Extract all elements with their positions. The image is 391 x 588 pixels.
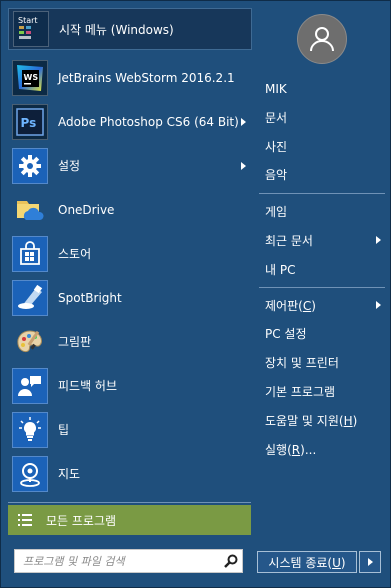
photoshop-icon: Ps xyxy=(12,103,48,140)
right-item-music[interactable]: 음악 xyxy=(259,162,385,186)
accel-key: C xyxy=(302,298,312,313)
right-item-control-panel[interactable]: 제어판(C) xyxy=(259,293,385,317)
shutdown-text: 시스템 종료 xyxy=(268,555,328,570)
right-item-pictures[interactable]: 사진 xyxy=(259,134,385,158)
store-icon xyxy=(12,235,48,272)
user-avatar[interactable] xyxy=(297,14,347,64)
right-item-default-programs[interactable]: 기본 프로그램 xyxy=(259,379,385,403)
right-item-label: 도움말 및 지원(H) xyxy=(265,413,358,428)
right-item-user[interactable]: MIK xyxy=(259,77,385,101)
webstorm-tile-text: WS xyxy=(24,73,39,82)
search-box[interactable] xyxy=(14,549,243,573)
program-item-maps[interactable]: 지도 xyxy=(8,452,252,495)
user-icon xyxy=(310,27,334,52)
control-panel-text: 제어판 xyxy=(265,298,299,313)
right-item-run[interactable]: 실행(R)... xyxy=(259,437,385,461)
webstorm-icon: WS xyxy=(12,59,48,96)
search-icon[interactable] xyxy=(220,554,242,568)
photoshop-tile-text: Ps xyxy=(21,116,37,130)
program-label: 지도 xyxy=(58,467,81,481)
gear-icon xyxy=(12,147,48,184)
accel-key: U xyxy=(332,555,341,570)
program-label: 팁 xyxy=(58,423,70,437)
divider xyxy=(259,287,385,288)
chevron-right-icon xyxy=(367,558,373,566)
right-item-help-support[interactable]: 도움말 및 지원(H) xyxy=(259,408,385,432)
lightbulb-icon xyxy=(12,411,48,448)
program-item-photoshop[interactable]: Ps Adobe Photoshop CS6 (64 Bit) xyxy=(8,100,252,143)
submenu-arrow-icon xyxy=(376,236,381,244)
right-item-devices-printers[interactable]: 장치 및 프린터 xyxy=(259,350,385,374)
program-item-store[interactable]: 스토어 xyxy=(8,232,252,275)
program-item-spotbright[interactable]: SpotBright xyxy=(8,276,252,319)
right-item-pc-settings[interactable]: PC 설정 xyxy=(259,321,385,345)
onedrive-icon xyxy=(12,191,48,228)
shutdown-button[interactable]: 시스템 종료(U) xyxy=(257,551,357,573)
divider xyxy=(259,193,385,194)
right-item-documents[interactable]: 문서 xyxy=(259,105,385,129)
run-suffix: ... xyxy=(304,442,317,457)
right-item-this-pc[interactable]: 내 PC xyxy=(259,257,385,281)
divider xyxy=(8,502,251,503)
submenu-arrow-icon xyxy=(376,301,381,309)
program-label: 설정 xyxy=(58,159,81,173)
program-item-tips[interactable]: 팁 xyxy=(8,408,252,451)
right-item-label: 제어판(C) xyxy=(265,298,316,313)
shutdown-label: 시스템 종료(U) xyxy=(268,555,346,570)
shutdown-options-button[interactable] xyxy=(359,551,381,573)
tile-text-start: Start xyxy=(18,16,38,25)
program-label: OneDrive xyxy=(58,202,115,217)
right-item-label: 최근 문서 xyxy=(265,233,313,248)
accel-key: R xyxy=(291,442,301,457)
right-item-label: 사진 xyxy=(265,139,288,154)
right-item-label: 내 PC xyxy=(265,262,296,277)
program-item-settings[interactable]: 설정 xyxy=(8,144,252,187)
search-input[interactable] xyxy=(15,550,220,572)
right-item-label: 게임 xyxy=(265,204,288,219)
right-item-label: MIK xyxy=(265,82,287,96)
program-label: JetBrains WebStorm 2016.2.1 xyxy=(58,70,235,85)
right-item-recent-documents[interactable]: 최근 문서 xyxy=(259,228,385,252)
program-label: Adobe Photoshop CS6 (64 Bit) xyxy=(58,114,239,129)
right-item-label: 실행(R)... xyxy=(265,442,317,457)
program-item-paint[interactable]: 그림판 xyxy=(8,320,252,363)
program-item-onedrive[interactable]: OneDrive xyxy=(8,188,252,231)
right-item-label: PC 설정 xyxy=(265,326,307,341)
all-programs-label: 모든 프로그램 xyxy=(46,513,117,528)
program-label: 피드백 허브 xyxy=(58,379,118,393)
start-menu-header[interactable]: Start 시작 메뉴 (Windows) xyxy=(8,8,252,50)
right-item-label: 음악 xyxy=(265,167,288,182)
program-list: Start 시작 메뉴 (Windows) WS JetBrains WebSt… xyxy=(8,8,252,496)
program-item-webstorm[interactable]: WS JetBrains WebStorm 2016.2.1 xyxy=(8,56,252,99)
all-programs-button[interactable]: 모든 프로그램 xyxy=(8,505,251,535)
feedback-icon xyxy=(12,367,48,404)
right-item-games[interactable]: 게임 xyxy=(259,199,385,223)
right-item-label: 장치 및 프린터 xyxy=(265,355,339,370)
help-text: 도움말 및 지원 xyxy=(265,413,339,428)
submenu-arrow-icon xyxy=(241,161,246,170)
accel-key: H xyxy=(343,413,353,428)
map-icon xyxy=(12,455,48,492)
run-text: 실행 xyxy=(265,442,288,457)
program-item-feedback-hub[interactable]: 피드백 허브 xyxy=(8,364,252,407)
paint-palette-icon xyxy=(12,323,48,360)
list-icon xyxy=(18,514,32,526)
start-menu-tile-icon: Start xyxy=(13,11,49,47)
submenu-arrow-icon xyxy=(241,117,246,126)
program-label: 스토어 xyxy=(58,247,92,261)
start-menu-title: 시작 메뉴 (Windows) xyxy=(59,22,174,37)
program-label: SpotBright xyxy=(58,290,122,305)
program-label: 그림판 xyxy=(58,335,92,349)
right-item-label: 기본 프로그램 xyxy=(265,384,336,399)
right-item-label: 문서 xyxy=(265,110,288,125)
spotlight-icon xyxy=(12,279,48,316)
